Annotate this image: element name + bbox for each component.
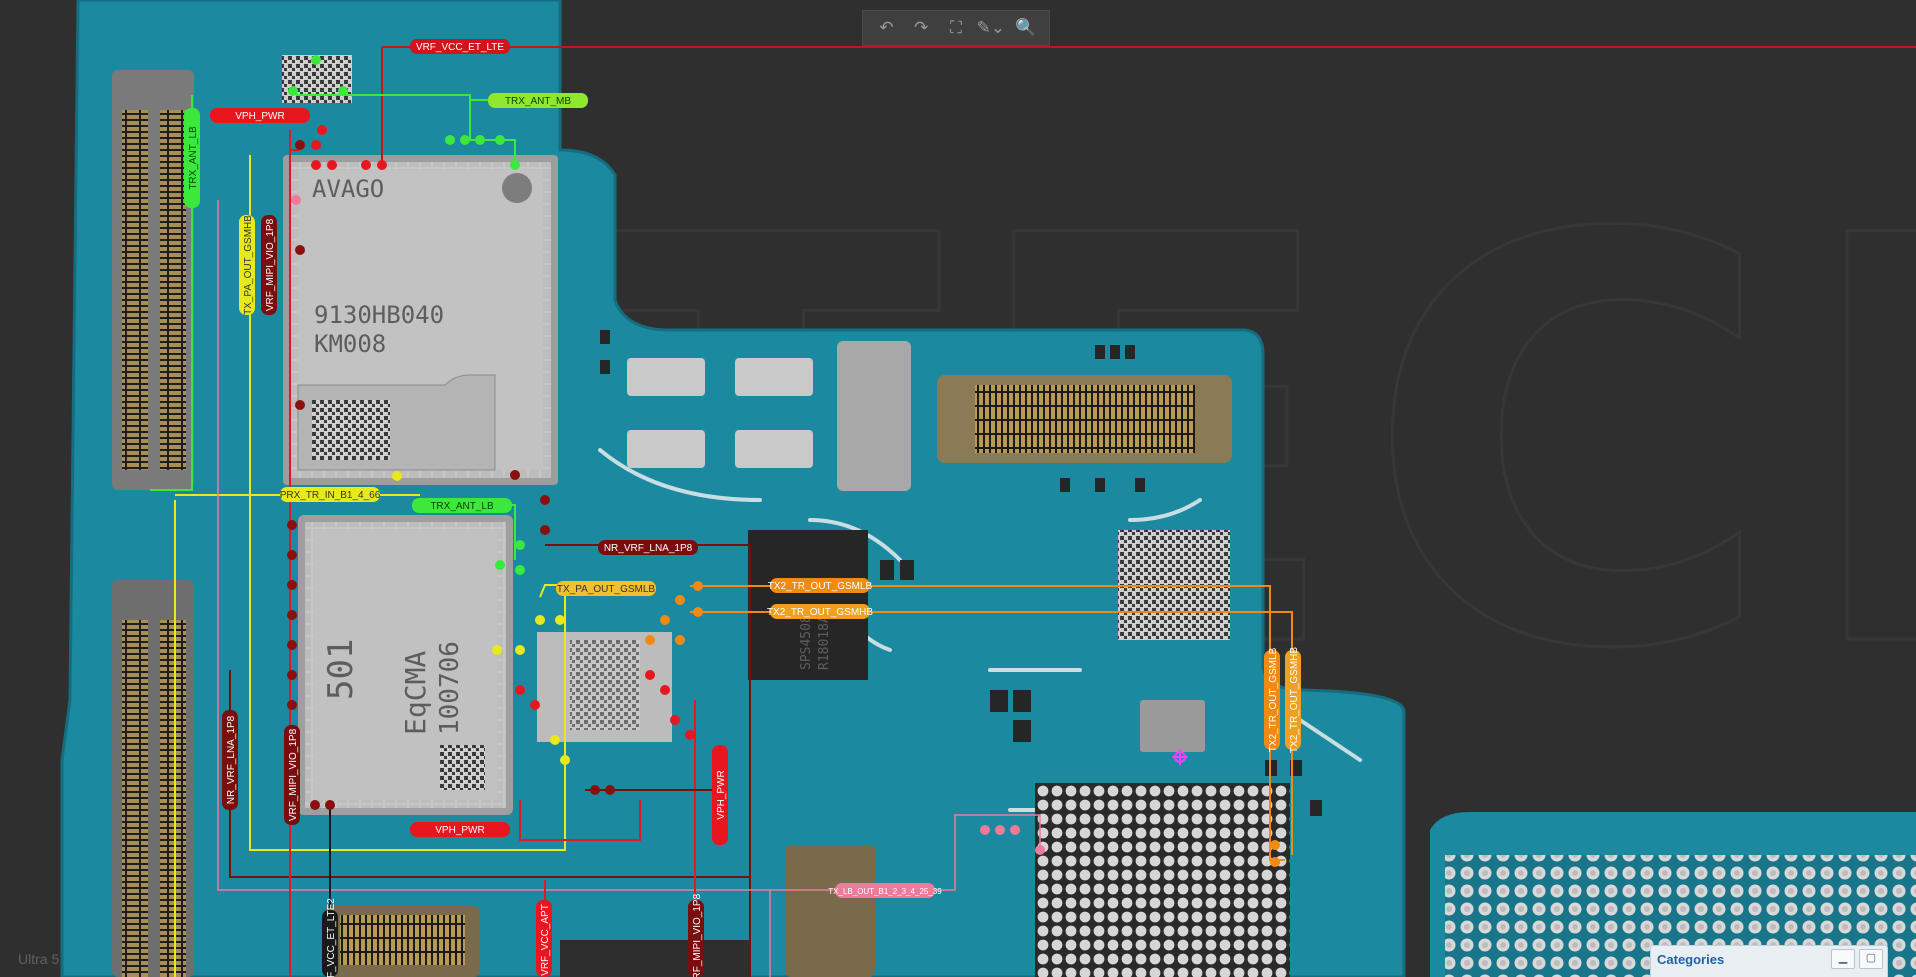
svg-text:TX2_TR_OUT_GSMHB: TX2_TR_OUT_GSMHB [1289,647,1300,753]
svg-text:TX_LB_OUT_B1_2_3_4_25_39: TX_LB_OUT_B1_2_3_4_25_39 [828,887,942,896]
svg-text:TX_PA_OUT_GSMHB: TX_PA_OUT_GSMHB [243,215,254,315]
svg-text:TRX_ANT_LB: TRX_ANT_LB [188,126,199,190]
net-label-tx2-tr-out-gsmhb[interactable]: TX2_TR_OUT_GSMHB [767,604,873,619]
board-viewer[interactable]: TECH [0,0,1916,977]
qorvo-line1: 501 [321,639,361,700]
svg-text:VRF_VCC_APT: VRF_VCC_APT [540,904,551,976]
svg-text:TX_PA_OUT_GSMLB: TX_PA_OUT_GSMLB [557,584,656,595]
svg-text:TX2_TR_OUT_GSMLB: TX2_TR_OUT_GSMLB [768,581,873,592]
net-label-prx-tr-in[interactable]: PRX_TR_IN_B1_4_66 [280,487,381,502]
net-label-vph-pwr-vertical[interactable]: VPH_PWR [712,745,728,845]
avago-brand: AVAGO [312,175,384,203]
net-label-vrf-mipi-vio-1p8-mid[interactable]: VRF_MIPI_VIO_1P8 [284,725,300,825]
svg-text:VRF_MIPI_VIO_1P8: VRF_MIPI_VIO_1P8 [265,218,276,311]
categories-panel[interactable]: Categories ▁ ▢ [1650,945,1888,977]
board-connector-right[interactable] [937,375,1232,463]
svg-text:TRX_ANT_LB: TRX_ANT_LB [430,501,494,512]
svg-text:PRX_TR_IN_B1_4_66: PRX_TR_IN_B1_4_66 [280,490,381,501]
svg-text:VRF_MIPI_VIO_1P8: VRF_MIPI_VIO_1P8 [288,728,299,821]
viewer-toolbar: ↶ ↷ ⛶ ✎⌄ 🔍 [862,10,1050,46]
avago-part-line2: KM008 [314,330,386,358]
marker-tool-icon[interactable]: ✎⌄ [976,13,1006,43]
net-label-tx-pa-out-gsmhb[interactable]: TX_PA_OUT_GSMHB [239,215,255,315]
net-label-vrf-vcc-apt[interactable]: VRF_VCC_APT [536,900,552,977]
power-ic-line2: R18018A [817,615,832,670]
categories-title: Categories [1657,952,1725,967]
qorvo-line2: EqCMA [399,651,432,735]
qorvo-module[interactable]: 501 EqCMA 100706 [298,515,513,815]
svg-text:VRF_VCC_ET_LTE: VRF_VCC_ET_LTE [416,42,505,53]
search-icon[interactable]: 🔍 [1011,13,1041,43]
rotate-right-icon[interactable]: ↷ [906,13,936,43]
net-label-vrf-vcc-et-lte[interactable]: VRF_VCC_ET_LTE [410,39,510,54]
net-label-vrf-mipi-vio-1p8-top[interactable]: VRF_MIPI_VIO_1P8 [261,215,277,315]
svg-text:VRF_VCC_ET_LTE2: VRF_VCC_ET_LTE2 [326,898,337,977]
pcb-schematic-canvas[interactable]: AVAGO 9130HB040 KM008 501 EqCMA 100706 S… [0,0,1916,977]
svg-text:TX2_TR_OUT_GSMLB: TX2_TR_OUT_GSMLB [1268,647,1279,752]
net-label-nr-vrf-lna-1p8[interactable]: NR_VRF_LNA_1P8 [598,540,698,555]
net-label-vrf-mipi-vio-1p8-bottom[interactable]: VRF_MIPI_VIO_1P8 [688,893,704,977]
rotate-left-icon[interactable]: ↶ [871,13,901,43]
net-label-trx-ant-lb-vertical[interactable]: TRX_ANT_LB [184,108,200,208]
net-label-tx-lb-out[interactable]: TX_LB_OUT_B1_2_3_4_25_39 [828,883,942,898]
categories-minimize-button[interactable]: ▁ [1831,949,1855,969]
net-label-tx-pa-out-gsmlb[interactable]: TX_PA_OUT_GSMLB [556,581,656,596]
net-label-tx2-tr-out-gsmhb-vertical[interactable]: TX2_TR_OUT_GSMHB [1285,647,1301,753]
shield-can [837,341,911,491]
model-label: Ultra 5 [18,951,60,967]
svg-text:VRF_MIPI_VIO_1P8: VRF_MIPI_VIO_1P8 [692,893,703,977]
bga-processor [1035,783,1290,977]
qorvo-line3: 100706 [435,641,465,735]
net-label-nr-vrf-lna-1p8-vertical[interactable]: NR_VRF_LNA_1P8 [222,710,238,810]
avago-part-line1: 9130HB040 [314,301,444,329]
net-label-vph-pwr-top[interactable]: VPH_PWR [210,108,310,123]
svg-text:NR_VRF_LNA_1P8: NR_VRF_LNA_1P8 [604,543,693,554]
svg-text:VPH_PWR: VPH_PWR [435,825,484,836]
svg-text:VPH_PWR: VPH_PWR [716,770,727,819]
fit-screen-icon[interactable]: ⛶ [941,13,971,43]
svg-text:NR_VRF_LNA_1P8: NR_VRF_LNA_1P8 [226,715,237,804]
net-label-trx-ant-mb[interactable]: TRX_ANT_MB [488,93,588,108]
categories-expand-button[interactable]: ▢ [1859,949,1883,969]
svg-text:VPH_PWR: VPH_PWR [235,111,284,122]
crystal [1140,700,1205,752]
net-label-trx-ant-lb[interactable]: TRX_ANT_LB [412,498,512,513]
svg-text:TX2_TR_OUT_GSMHB: TX2_TR_OUT_GSMHB [767,607,873,618]
svg-text:TRX_ANT_MB: TRX_ANT_MB [505,96,571,107]
net-label-tx2-tr-out-gsmlb[interactable]: TX2_TR_OUT_GSMLB [768,578,873,593]
net-label-vph-pwr-bottom[interactable]: VPH_PWR [410,822,510,837]
net-label-tx2-tr-out-gsmlb-vertical[interactable]: TX2_TR_OUT_GSMLB [1264,647,1280,752]
avago-module[interactable]: AVAGO 9130HB040 KM008 [283,155,558,485]
power-ic-line1: SPS4508 [799,615,814,670]
